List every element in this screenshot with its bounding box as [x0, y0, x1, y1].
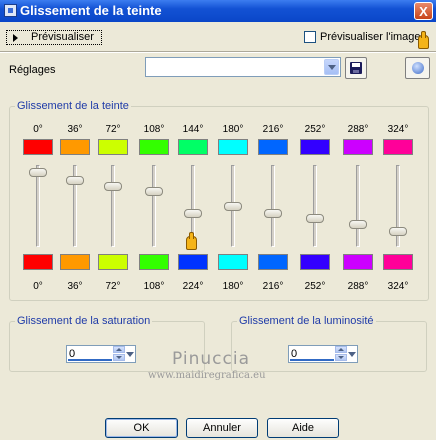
cancel-button[interactable]: Annuler: [186, 418, 258, 438]
hue-slider-thumb[interactable]: [264, 208, 282, 218]
hue-slider-thumb[interactable]: [104, 181, 122, 191]
ok-button[interactable]: OK: [105, 418, 178, 438]
saturation-spinner[interactable]: [113, 346, 125, 362]
spin-down-icon[interactable]: [335, 354, 347, 361]
source-color-swatch: [60, 139, 90, 155]
reset-icon: [412, 62, 424, 74]
source-color-swatch: [98, 139, 128, 155]
preview-button-label: Prévisualiser: [31, 31, 94, 43]
hue-top-label: 288°: [347, 124, 369, 135]
hue-top-label: 252°: [304, 124, 326, 135]
settings-dropdown[interactable]: [145, 57, 341, 77]
source-color-swatch: [343, 139, 373, 155]
preview-image-checkbox[interactable]: [304, 31, 316, 43]
hue-top-label: 216°: [262, 124, 284, 135]
luminosity-underline: [290, 359, 334, 361]
source-color-swatch: [300, 139, 330, 155]
hue-bottom-label: 288°: [347, 281, 369, 292]
hue-top-label: 324°: [387, 124, 409, 135]
hue-bottom-label: 180°: [222, 281, 244, 292]
hue-slider-track[interactable]: [152, 165, 156, 247]
hue-slider-thumb[interactable]: [184, 208, 202, 218]
result-color-swatch: [383, 254, 413, 270]
hue-bottom-label: 36°: [67, 281, 83, 292]
hue-slider-thumb[interactable]: [29, 167, 47, 177]
hue-slider-track[interactable]: [356, 165, 360, 247]
pointer-hand-icon: [418, 31, 429, 49]
result-color-swatch: [178, 254, 208, 270]
hue-bottom-label: 224°: [182, 281, 204, 292]
hue-slider-thumb[interactable]: [145, 187, 163, 197]
window-title: Glissement de la teinte: [20, 3, 162, 18]
result-color-swatch: [98, 254, 128, 270]
hue-top-label: 0°: [33, 124, 43, 135]
result-color-swatch: [139, 254, 169, 270]
saturation-underline: [68, 359, 112, 361]
source-color-swatch: [178, 139, 208, 155]
hue-slider-track[interactable]: [36, 165, 40, 247]
result-color-swatch: [23, 254, 53, 270]
preview-image-label: Prévisualiser l'image: [320, 31, 421, 43]
app-icon: [4, 4, 17, 17]
spin-up-icon[interactable]: [113, 346, 125, 353]
hue-slider-thumb[interactable]: [66, 175, 84, 185]
hue-slider-thumb[interactable]: [224, 202, 242, 211]
hue-bottom-label: 324°: [387, 281, 409, 292]
settings-label: Réglages: [9, 64, 56, 76]
hue-slider-thumb[interactable]: [389, 226, 407, 236]
spin-down-icon[interactable]: [113, 354, 125, 361]
hue-bottom-label: 0°: [33, 281, 43, 292]
saturation-group-title: Glissement de la saturation: [15, 315, 153, 327]
save-preset-button[interactable]: [345, 57, 367, 79]
result-color-swatch: [218, 254, 248, 270]
dialog-window: Glissement de la teinte X Prévisualiser …: [0, 0, 436, 440]
hue-bottom-label: 252°: [304, 281, 326, 292]
source-color-swatch: [23, 139, 53, 155]
separator: [0, 51, 436, 53]
saturation-dropdown-icon[interactable]: [125, 346, 135, 362]
hue-bottom-label: 72°: [105, 281, 121, 292]
hue-bottom-label: 108°: [143, 281, 165, 292]
result-color-swatch: [60, 254, 90, 270]
reset-button[interactable]: [405, 57, 430, 79]
luminosity-group-title: Glissement de la luminosité: [237, 315, 376, 327]
hue-top-label: 144°: [182, 124, 204, 135]
source-color-swatch: [139, 139, 169, 155]
hue-shift-group: Glissement de la teinte: [9, 100, 429, 301]
hue-slider-thumb[interactable]: [306, 214, 324, 224]
hue-slider-track[interactable]: [111, 165, 115, 247]
hue-bottom-label: 216°: [262, 281, 284, 292]
result-color-swatch: [300, 254, 330, 270]
hue-top-label: 108°: [143, 124, 165, 135]
hue-top-label: 180°: [222, 124, 244, 135]
play-arrow-icon: [13, 34, 18, 42]
watermark-site: www.maidiregrafica.eu: [148, 370, 266, 381]
hue-slider-track[interactable]: [271, 165, 275, 247]
result-color-swatch: [258, 254, 288, 270]
hue-slider-thumb[interactable]: [349, 220, 367, 230]
luminosity-spinner[interactable]: [335, 346, 347, 362]
source-color-swatch: [218, 139, 248, 155]
close-button[interactable]: X: [414, 2, 433, 20]
hue-top-label: 72°: [105, 124, 121, 135]
save-disk-icon: [350, 62, 362, 74]
source-color-swatch: [383, 139, 413, 155]
chevron-down-icon[interactable]: [324, 59, 339, 75]
watermark-name: Pinuccia: [172, 349, 250, 369]
pointer-hand-icon: [186, 232, 197, 250]
title-bar[interactable]: Glissement de la teinte X: [0, 0, 436, 22]
spin-up-icon[interactable]: [335, 346, 347, 353]
result-color-swatch: [343, 254, 373, 270]
hue-top-label: 36°: [67, 124, 83, 135]
hue-group-title: Glissement de la teinte: [15, 100, 131, 112]
preview-button[interactable]: Prévisualiser: [6, 30, 102, 45]
source-color-swatch: [258, 139, 288, 155]
luminosity-dropdown-icon[interactable]: [347, 346, 357, 362]
help-button[interactable]: Aide: [267, 418, 339, 438]
hue-slider-track[interactable]: [313, 165, 317, 247]
